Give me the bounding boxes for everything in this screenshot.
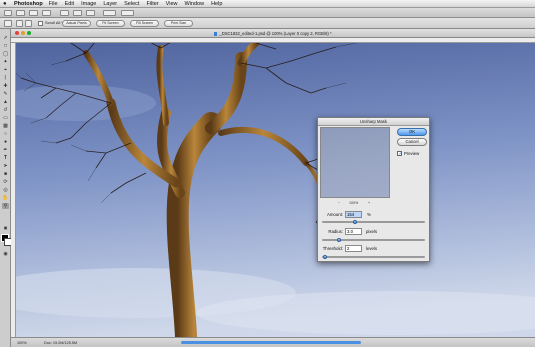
zoom-out-icon[interactable] bbox=[25, 20, 32, 27]
document-title-bar[interactable]: _DSC1832_edited-1.psd @ 100% (Layer 0 co… bbox=[11, 29, 535, 38]
tree-photo bbox=[16, 43, 535, 337]
amount-unit: % bbox=[367, 212, 371, 217]
dodge-tool-icon[interactable]: ● bbox=[2, 139, 9, 145]
preview-image bbox=[321, 128, 389, 197]
rotate-view-icon[interactable] bbox=[86, 10, 95, 16]
brush-tool-icon[interactable]: ✎ bbox=[2, 91, 9, 97]
menu-image[interactable]: Image bbox=[81, 1, 96, 7]
ps-logo-icon bbox=[4, 10, 12, 16]
hand-tool-icon[interactable]: ✋ bbox=[2, 195, 9, 201]
amount-slider-track[interactable] bbox=[322, 221, 425, 223]
default-colors-icon[interactable]: ▣ bbox=[2, 225, 9, 231]
document-size-info[interactable]: Doc: 19.2M/125.5M bbox=[44, 339, 77, 347]
actual-pixels-button[interactable]: Actual Pixels bbox=[62, 20, 91, 27]
menu-help[interactable]: Help bbox=[211, 1, 222, 7]
tools-panel: ➚ □ ◯ ✦ ⌖ ⌈ ✚ ✎ ▲ ↺ ▭ ▩ ○ ● ✒ T ➤ ■ ⟳ ◎ … bbox=[0, 29, 12, 347]
blur-tool-icon[interactable]: ○ bbox=[2, 131, 9, 137]
preview-zoom-in-button[interactable]: + bbox=[368, 201, 370, 206]
print-size-button[interactable]: Print Size bbox=[164, 20, 193, 27]
menu-edit[interactable]: Edit bbox=[65, 1, 74, 7]
amount-slider-thumb[interactable] bbox=[352, 220, 357, 224]
clone-stamp-tool-icon[interactable]: ▲ bbox=[2, 99, 9, 105]
menu-app-name[interactable]: Photoshop bbox=[14, 1, 43, 7]
document-title: _DSC1832_edited-1.psd @ 100% (Layer 0 co… bbox=[219, 31, 332, 36]
view-extras-icon[interactable] bbox=[29, 10, 38, 16]
pen-tool-icon[interactable]: ✒ bbox=[2, 147, 9, 153]
preview-checkbox[interactable]: ✓ bbox=[397, 150, 403, 157]
zoom-tool-icon[interactable] bbox=[73, 10, 82, 16]
menu-file[interactable]: File bbox=[49, 1, 58, 7]
gradient-tool-icon[interactable]: ▩ bbox=[2, 123, 9, 129]
options-bar: Scroll All Windows Actual Pixels Fit Scr… bbox=[0, 18, 535, 29]
amount-input[interactable]: 154 bbox=[345, 211, 362, 218]
type-tool-icon[interactable]: T bbox=[2, 155, 9, 161]
checkmark-icon: ✓ bbox=[398, 150, 403, 157]
shape-tool-icon[interactable]: ■ bbox=[2, 171, 9, 177]
preview-zoom-out-button[interactable]: − bbox=[338, 201, 340, 206]
preview-label: Preview bbox=[404, 151, 420, 156]
scroll-all-windows-checkbox[interactable] bbox=[38, 21, 43, 26]
threshold-label: Threshold: bbox=[322, 246, 343, 251]
dialog-title[interactable]: Unsharp Mask bbox=[318, 118, 429, 126]
zoom-tool-icon[interactable]: ⚲ bbox=[2, 203, 9, 209]
radius-input[interactable]: 3.0 bbox=[345, 228, 362, 235]
threshold-slider-track[interactable] bbox=[322, 256, 425, 258]
radius-slider-thumb[interactable] bbox=[336, 238, 341, 242]
quick-selection-tool-icon[interactable]: ✦ bbox=[2, 59, 9, 65]
menu-filter[interactable]: Filter bbox=[146, 1, 158, 7]
threshold-slider-thumb[interactable] bbox=[322, 255, 327, 259]
quick-mask-icon[interactable]: ◉ bbox=[2, 251, 9, 257]
zoom-tool-preset-icon[interactable] bbox=[4, 20, 12, 27]
arrange-documents-icon[interactable] bbox=[103, 10, 116, 16]
cancel-button[interactable]: Cancel bbox=[397, 138, 427, 146]
psd-file-icon bbox=[214, 31, 218, 36]
healing-brush-tool-icon[interactable]: ✚ bbox=[2, 83, 9, 89]
3d-orbit-tool-icon[interactable]: ◎ bbox=[2, 187, 9, 193]
menu-layer[interactable]: Layer bbox=[103, 1, 117, 7]
menu-select[interactable]: Select bbox=[124, 1, 139, 7]
radius-unit: pixels bbox=[366, 229, 377, 234]
crop-tool-icon[interactable]: ⌖ bbox=[2, 67, 9, 73]
hand-tool-icon[interactable] bbox=[60, 10, 69, 16]
apple-menu-icon[interactable]: ● bbox=[3, 0, 11, 8]
zoom-level-icon[interactable] bbox=[42, 10, 51, 16]
horizontal-scrollbar[interactable] bbox=[181, 341, 361, 344]
application-bar bbox=[0, 8, 535, 18]
screen-mode-icon[interactable] bbox=[121, 10, 134, 16]
threshold-input[interactable]: 2 bbox=[345, 245, 362, 252]
eyedropper-tool-icon[interactable]: ⌈ bbox=[2, 75, 9, 81]
lasso-tool-icon[interactable]: ◯ bbox=[2, 51, 9, 57]
history-brush-tool-icon[interactable]: ↺ bbox=[2, 107, 9, 113]
eraser-tool-icon[interactable]: ▭ bbox=[2, 115, 9, 121]
3d-rotate-tool-icon[interactable]: ⟳ bbox=[2, 179, 9, 185]
unsharp-mask-dialog: Unsharp Mask − 100% + OK Cancel ✓ Previe… bbox=[317, 117, 430, 262]
fill-screen-button[interactable]: Fill Screen bbox=[130, 20, 159, 27]
radius-label: Radius: bbox=[328, 229, 343, 234]
marquee-tool-icon[interactable]: □ bbox=[2, 43, 9, 49]
status-bar: 100% Doc: 19.2M/125.5M bbox=[11, 337, 535, 347]
document-window: _DSC1832_edited-1.psd @ 100% (Layer 0 co… bbox=[11, 29, 535, 347]
close-window-icon[interactable] bbox=[15, 31, 19, 35]
path-selection-tool-icon[interactable]: ➤ bbox=[2, 163, 9, 169]
filter-preview-pane[interactable] bbox=[320, 127, 390, 198]
zoom-window-icon[interactable] bbox=[27, 31, 31, 35]
amount-label: Amount: bbox=[326, 212, 343, 217]
image-canvas[interactable] bbox=[16, 43, 535, 337]
menu-bar: ● Photoshop File Edit Image Layer Select… bbox=[0, 0, 535, 8]
move-tool-icon[interactable]: ➚ bbox=[2, 35, 9, 41]
fit-screen-button[interactable]: Fit Screen bbox=[96, 20, 125, 27]
preview-zoom-controls: − 100% + bbox=[338, 201, 372, 206]
threshold-unit: levels bbox=[366, 246, 377, 251]
menu-window[interactable]: Window bbox=[185, 1, 205, 7]
ok-button[interactable]: OK bbox=[397, 128, 427, 136]
zoom-in-icon[interactable] bbox=[16, 20, 23, 27]
launch-bridge-icon[interactable] bbox=[16, 10, 25, 16]
minimize-window-icon[interactable] bbox=[21, 31, 25, 35]
preview-zoom-level: 100% bbox=[349, 201, 359, 205]
menu-view[interactable]: View bbox=[166, 1, 178, 7]
zoom-level-field[interactable]: 100% bbox=[17, 339, 27, 347]
